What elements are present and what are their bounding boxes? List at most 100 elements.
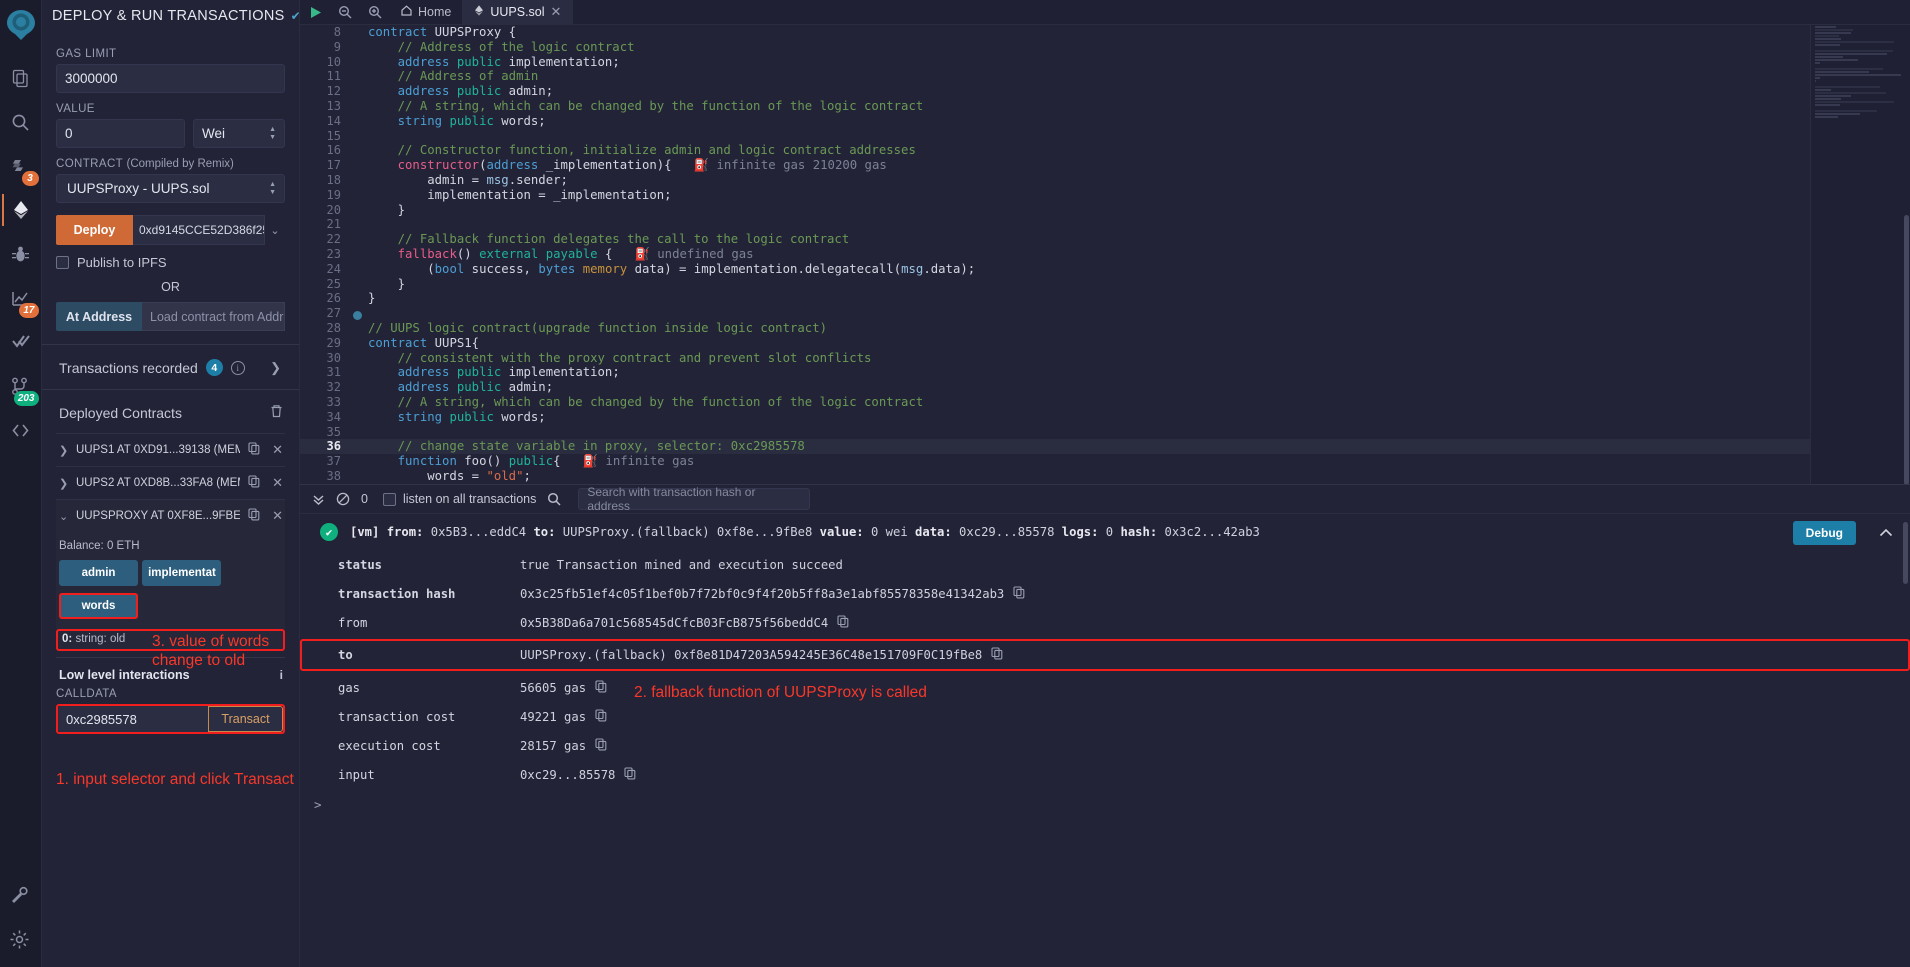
sidebar-item-debugger[interactable] [2, 232, 40, 276]
close-icon[interactable]: ✕ [268, 442, 283, 458]
copy-icon[interactable] [248, 475, 260, 491]
code-line[interactable]: 17 constructor(address _implementation){… [300, 158, 1810, 173]
code-line[interactable]: 23 fallback() external payable { ⛽ undef… [300, 247, 1810, 262]
settings-gear-icon[interactable] [0, 917, 38, 961]
terminal-prompt[interactable]: > [300, 789, 1910, 812]
copy-icon[interactable] [248, 508, 260, 524]
code-line[interactable]: 19 implementation = _implementation; [300, 188, 1810, 203]
chevron-down-icon[interactable]: ⌄ [265, 215, 285, 245]
code-line[interactable]: 12 address public admin; [300, 84, 1810, 99]
search-icon[interactable] [547, 492, 561, 506]
trash-icon[interactable] [270, 404, 283, 421]
collapse-terminal-icon[interactable] [312, 493, 325, 506]
editor-scrollbar-thumb[interactable] [1904, 215, 1909, 484]
code-editor[interactable]: 8 contract UUPSProxy {9 // Address of the… [300, 25, 1810, 484]
code-line[interactable]: 21 [300, 217, 1810, 232]
code-line[interactable]: 38 words = "old"; [300, 469, 1810, 484]
function-button-words[interactable]: words [59, 593, 138, 619]
code-line[interactable]: 30 // consistent with the proxy contract… [300, 351, 1810, 366]
listen-all-transactions-row[interactable]: listen on all transactions [382, 492, 536, 506]
terminal-scrollbar-thumb[interactable] [1903, 522, 1908, 584]
plugin-manager-icon[interactable] [0, 873, 38, 917]
gas-limit-input[interactable]: 3000000 [56, 64, 285, 93]
tab-uups-sol[interactable]: UUPS.sol ✕ [463, 0, 574, 24]
copy-icon[interactable] [595, 679, 607, 696]
list-item[interactable]: ❯ UUPS2 AT 0XD8B...33FA8 (MEM ✕ [56, 466, 285, 499]
sidebar-item-search[interactable] [2, 100, 40, 144]
calldata-input[interactable]: 0xc2985578 [58, 706, 208, 732]
breakpoint-icon[interactable] [353, 310, 362, 320]
code-line[interactable]: 16 // Constructor function, initialize a… [300, 143, 1810, 158]
sidebar-item-code-format[interactable] [2, 408, 40, 452]
transactions-recorded-row[interactable]: Transactions recorded 4 i ❯ [56, 345, 285, 389]
listen-all-checkbox[interactable] [382, 492, 396, 506]
sidebar-item-git[interactable]: 203 [2, 364, 40, 408]
deploy-constructor-input[interactable]: 0xd9145CCE52D386f25 [133, 215, 265, 245]
terminal-search-input[interactable]: Search with transaction hash or address [578, 485, 811, 513]
tab-home[interactable]: Home [390, 0, 464, 24]
close-icon[interactable]: ✕ [268, 475, 283, 491]
chevron-right-icon[interactable]: ❯ [270, 360, 285, 376]
code-line[interactable]: 11 // Address of admin [300, 69, 1810, 84]
at-address-input[interactable]: Load contract from Addre [142, 302, 285, 331]
code-line[interactable]: 34 string public words; [300, 410, 1810, 425]
code-line[interactable]: 33 // A string, which can be changed by … [300, 395, 1810, 410]
code-line[interactable]: 27 [300, 306, 1810, 321]
code-line[interactable]: 35 [300, 425, 1810, 440]
deploy-button[interactable]: Deploy [56, 215, 133, 245]
chevron-up-icon[interactable] [1879, 523, 1893, 542]
code-line[interactable]: 15 [300, 129, 1810, 144]
sidebar-item-solidity-compiler[interactable]: 3 [2, 144, 40, 188]
code-line[interactable]: 29 contract UUPS1{ [300, 336, 1810, 351]
sidebar-item-unit-testing[interactable] [2, 320, 40, 364]
zoom-out-icon[interactable] [330, 0, 360, 24]
publish-ipfs-row[interactable]: Publish to IPFS [56, 255, 285, 270]
value-unit-select[interactable]: Wei ▲ ▼ [193, 119, 285, 148]
code-line[interactable]: 20 } [300, 203, 1810, 218]
list-item[interactable]: ❯ UUPS1 AT 0XD91...39138 (MEM ✕ [56, 433, 285, 466]
transaction-log-summary[interactable]: ✔ [vm] from: 0x5B3...eddC4 to: UUPSProxy… [300, 514, 1910, 550]
chevron-down-icon[interactable]: ⌄ [59, 510, 68, 523]
editor-minimap[interactable] [1810, 25, 1910, 484]
code-line[interactable]: 26} [300, 291, 1810, 306]
close-icon[interactable]: ✕ [551, 4, 562, 20]
zoom-in-icon[interactable] [360, 0, 390, 24]
code-line[interactable]: 25 } [300, 277, 1810, 292]
at-address-button[interactable]: At Address [56, 302, 142, 331]
code-line[interactable]: 36 // change state variable in proxy, se… [300, 439, 1810, 455]
value-input[interactable]: 0 [56, 119, 185, 148]
code-line[interactable]: 24 (bool success, bytes memory data) = i… [300, 262, 1810, 277]
sidebar-item-file-explorer[interactable] [2, 56, 40, 100]
code-line[interactable]: 32 address public admin; [300, 380, 1810, 395]
debug-button[interactable]: Debug [1792, 521, 1856, 545]
sidebar-item-deploy-run[interactable] [1, 188, 40, 232]
code-line[interactable]: 14 string public words; [300, 114, 1810, 129]
code-line[interactable]: 22 // Fallback function delegates the ca… [300, 232, 1810, 247]
copy-icon[interactable] [595, 708, 607, 725]
copy-icon[interactable] [624, 766, 636, 783]
editor-gutter[interactable] [352, 308, 368, 320]
code-line[interactable]: 13 // A string, which can be changed by … [300, 99, 1810, 114]
list-item[interactable]: ⌄ UUPSPROXY AT 0XF8E...9FBE8 ( ✕ [56, 499, 285, 532]
code-line[interactable]: 31 address public implementation; [300, 365, 1810, 380]
code-line[interactable]: 18 admin = msg.sender; [300, 173, 1810, 188]
copy-icon[interactable] [837, 614, 849, 631]
code-line[interactable]: 9 // Address of the logic contract [300, 40, 1810, 55]
sidebar-item-static-analysis[interactable]: 17 [2, 276, 40, 320]
contract-select[interactable]: UUPSProxy - UUPS.sol ▲ ▼ [56, 174, 285, 203]
info-icon[interactable]: i [230, 360, 245, 375]
code-line[interactable]: 10 address public implementation; [300, 55, 1810, 70]
code-line[interactable]: 28 // UUPS logic contract(upgrade functio… [300, 321, 1810, 336]
publish-ipfs-checkbox[interactable] [56, 256, 69, 269]
copy-icon[interactable] [1013, 585, 1025, 602]
function-button-admin[interactable]: admin [59, 560, 138, 586]
transact-button[interactable]: Transact [208, 706, 283, 732]
info-icon[interactable]: i [280, 668, 283, 682]
copy-icon[interactable] [595, 737, 607, 754]
close-icon[interactable]: ✕ [268, 508, 283, 524]
code-line[interactable]: 8 contract UUPSProxy { [300, 25, 1810, 40]
clear-console-icon[interactable] [336, 492, 350, 506]
code-line[interactable]: 37 function foo() public{ ⛽ infinite gas [300, 454, 1810, 469]
chevron-right-icon[interactable]: ❯ [59, 477, 68, 490]
chevron-right-icon[interactable]: ❯ [59, 444, 68, 457]
